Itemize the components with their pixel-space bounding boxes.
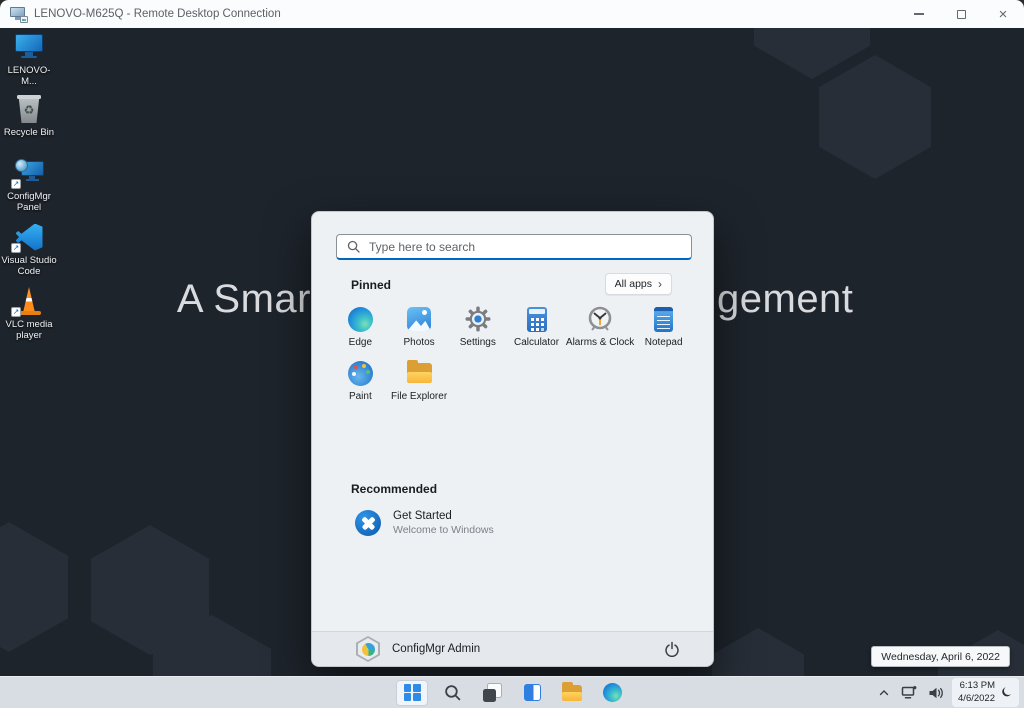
taskbar-file-explorer-button[interactable] — [556, 680, 588, 706]
pinned-app-settings[interactable]: Settings — [448, 304, 507, 358]
start-menu: Pinned All apps › Edge Photos Settings — [311, 211, 714, 667]
focus-assist-moon-icon — [1000, 686, 1013, 699]
shortcut-arrow-icon: ↗ — [11, 179, 21, 189]
widgets-button[interactable] — [516, 680, 548, 706]
pinned-app-photos[interactable]: Photos — [390, 304, 449, 358]
recommended-item-get-started[interactable]: Get Started Welcome to Windows — [351, 506, 498, 540]
notepad-icon — [654, 307, 673, 332]
desktop-icon-label: Recycle Bin — [4, 127, 54, 138]
recycle-bin-icon: ♻ — [17, 95, 41, 123]
pinned-app-edge[interactable]: Edge — [331, 304, 390, 358]
edge-icon — [603, 683, 622, 702]
user-name: ConfigMgr Admin — [392, 643, 480, 655]
search-icon — [444, 684, 461, 701]
close-icon: × — [999, 7, 1008, 22]
pinned-app-label: File Explorer — [391, 391, 447, 402]
desktop-icon-label: LENOVO-M... — [0, 65, 58, 88]
widgets-icon — [524, 684, 541, 701]
speaker-icon — [928, 686, 944, 700]
power-icon — [664, 641, 680, 657]
window-title: LENOVO-M625Q - Remote Desktop Connection — [34, 8, 281, 20]
taskbar-search-button[interactable] — [436, 680, 468, 706]
recommended-header: Recommended — [351, 482, 437, 496]
all-apps-label: All apps — [615, 278, 652, 290]
shortcut-arrow-icon: ↗ — [11, 243, 21, 253]
start-menu-user-bar: ConfigMgr Admin — [312, 631, 713, 666]
desktop-icon-label: VLC media player — [0, 319, 58, 342]
tray-date: 4/6/2022 — [958, 693, 995, 705]
photos-icon — [407, 307, 431, 331]
task-view-button[interactable] — [476, 680, 508, 706]
hexagon-decoration — [0, 522, 68, 652]
settings-gear-icon — [465, 306, 491, 332]
pinned-app-calculator[interactable]: Calculator — [507, 304, 566, 358]
task-view-icon — [483, 683, 502, 702]
recommended-item-subtitle: Welcome to Windows — [393, 524, 494, 536]
alarm-clock-icon — [587, 306, 613, 332]
search-icon — [347, 240, 360, 253]
get-started-icon — [355, 510, 381, 536]
pinned-app-alarms-clock[interactable]: Alarms & Clock — [566, 304, 634, 358]
taskbar: 6:13 PM 4/6/2022 — [0, 676, 1024, 708]
chevron-up-icon — [878, 687, 890, 699]
start-search-box[interactable] — [336, 234, 692, 260]
pinned-app-label: Settings — [460, 337, 496, 348]
clock-button[interactable]: 6:13 PM 4/6/2022 — [952, 678, 1019, 707]
hexagon-decoration — [712, 628, 804, 676]
pinned-grid: Edge Photos Settings Calculator Alar — [331, 304, 693, 412]
pinned-app-label: Calculator — [514, 337, 559, 348]
calculator-icon — [527, 307, 547, 332]
date-tooltip: Wednesday, April 6, 2022 — [871, 646, 1010, 667]
pinned-app-label: Photos — [404, 337, 435, 348]
pinned-header: Pinned — [351, 278, 391, 292]
rdp-app-icon[interactable] — [10, 7, 27, 22]
shortcut-arrow-icon: ↗ — [11, 307, 21, 317]
pinned-app-label: Paint — [349, 391, 372, 402]
search-input[interactable] — [367, 239, 691, 255]
power-button[interactable] — [659, 636, 685, 662]
system-tray: 6:13 PM 4/6/2022 — [875, 677, 1019, 708]
all-apps-button[interactable]: All apps › — [605, 273, 672, 295]
rdp-window: LENOVO-M625Q - Remote Desktop Connection… — [0, 0, 1024, 708]
start-button[interactable] — [396, 680, 428, 706]
desktop-icon-label: Visual Studio Code — [0, 255, 58, 278]
taskbar-edge-button[interactable] — [596, 680, 628, 706]
pinned-app-file-explorer[interactable]: File Explorer — [390, 358, 449, 412]
folder-icon — [407, 363, 432, 383]
chevron-right-icon: › — [658, 278, 662, 290]
volume-button[interactable] — [925, 680, 947, 706]
minimize-button[interactable] — [898, 0, 940, 28]
network-display-icon — [901, 685, 917, 700]
maximize-icon — [957, 10, 966, 19]
pinned-app-label: Alarms & Clock — [566, 337, 634, 348]
hexagon-decoration — [819, 55, 931, 179]
windows-logo-icon — [404, 684, 421, 701]
recommended-item-title: Get Started — [393, 510, 494, 522]
folder-icon — [562, 685, 582, 701]
paint-icon — [348, 361, 373, 386]
network-button[interactable] — [898, 680, 920, 706]
user-avatar[interactable] — [356, 636, 380, 662]
title-bar: LENOVO-M625Q - Remote Desktop Connection… — [0, 0, 1024, 28]
wallpaper-text-right: gement — [717, 279, 853, 319]
pinned-app-paint[interactable]: Paint — [331, 358, 390, 412]
tray-overflow-button[interactable] — [875, 680, 893, 706]
desktop-icon-vscode[interactable]: ↗ Visual Studio Code — [0, 222, 58, 278]
desktop-icon-configmgr-panel[interactable]: ↗ ConfigMgr Panel — [0, 158, 58, 214]
desktop-icon-vlc[interactable]: ↗ VLC media player — [0, 286, 58, 342]
maximize-button[interactable] — [940, 0, 982, 28]
desktop-icon-label: ConfigMgr Panel — [0, 191, 58, 214]
minimize-icon — [914, 13, 924, 15]
pinned-app-notepad[interactable]: Notepad — [634, 304, 693, 358]
pinned-app-label: Notepad — [645, 337, 683, 348]
edge-icon — [348, 307, 373, 332]
wallpaper-text-left: A Smar — [177, 279, 311, 319]
close-button[interactable]: × — [982, 0, 1024, 28]
pinned-app-label: Edge — [349, 337, 372, 348]
remote-desktop-icon — [14, 34, 44, 61]
desktop-icon-lenovo-rdp[interactable]: LENOVO-M... — [0, 32, 58, 88]
tray-time: 6:13 PM — [958, 680, 995, 692]
desktop-icon-recycle-bin[interactable]: ♻ Recycle Bin — [0, 94, 58, 138]
